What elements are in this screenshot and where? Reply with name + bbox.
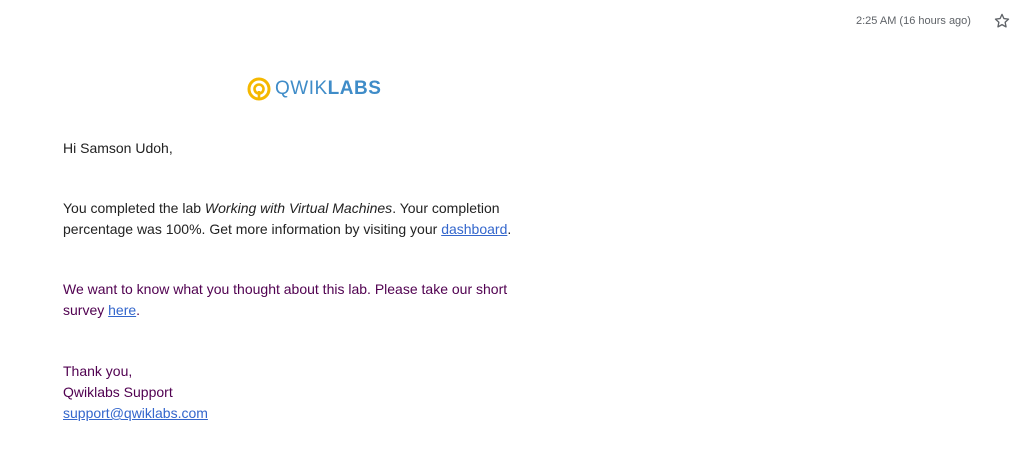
logo-text-light: QWIK [275,78,328,99]
logo-text-bold: LABS [327,78,382,99]
completion-paragraph: You completed the lab Working with Virtu… [63,198,533,240]
para2-suffix: . [136,302,141,318]
lab-name: Working with Virtual Machines [204,200,393,216]
email-timestamp: 2:25 AM (16 hours ago) [856,15,971,27]
survey-link[interactable]: here [108,302,136,318]
para1-suffix: . [507,221,512,237]
email-view: 2:25 AM (16 hours ago) QWIKLABS Hi Samso… [0,0,1027,456]
star-button[interactable] [993,12,1011,30]
email-signoff: Thank you, Qwiklabs Support support@qwik… [63,361,533,424]
logo-wordmark: QWIKLABS [275,77,381,101]
dashboard-link[interactable]: dashboard [441,221,507,237]
signoff-sender: Qwiklabs Support [63,384,173,400]
qwiklabs-logo: QWIKLABS [247,76,381,102]
survey-paragraph: We want to know what you thought about t… [63,279,533,321]
qwiklabs-logo-icon [247,77,271,101]
signoff-thanks: Thank you, [63,363,133,379]
star-outline-icon [994,13,1010,28]
email-greeting: Hi Samson Udoh, [63,140,173,156]
para1-prefix: You completed the lab [63,200,205,216]
support-email-link[interactable]: support@qwiklabs.com [63,405,208,421]
